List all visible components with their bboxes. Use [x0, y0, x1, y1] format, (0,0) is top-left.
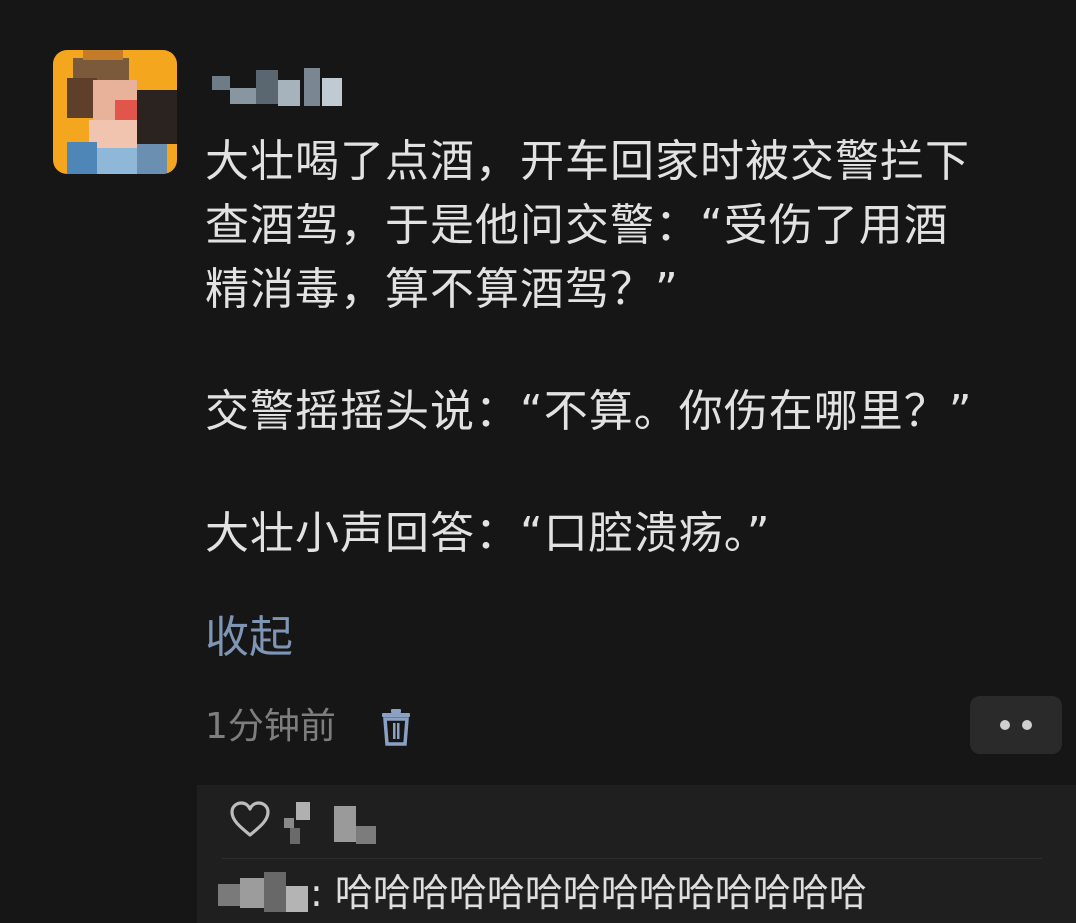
more-options-button[interactable]	[970, 696, 1062, 754]
username-mosaic-block	[278, 80, 300, 106]
reply-text: 哈哈哈哈哈哈哈哈哈哈哈哈哈哈	[334, 871, 867, 915]
avatar-mosaic-block	[97, 148, 137, 174]
liker-mosaic-block	[356, 826, 376, 844]
liker-mosaic-block	[334, 806, 356, 842]
avatar-mosaic-block	[115, 100, 139, 122]
more-dots-icon	[1022, 720, 1032, 730]
username-mosaic-block	[256, 70, 278, 104]
liker-mosaic-block	[290, 828, 300, 844]
avatar-mosaic-block	[137, 90, 177, 144]
username-mosaic-block	[304, 68, 320, 106]
liker-mosaic-block	[296, 802, 310, 820]
comment-body: 大壮喝了点酒，开车回家时被交警拦下 查酒驾，于是他问交警：“受伤了用酒 精消毒，…	[205, 130, 1065, 566]
username-pixelated[interactable]	[212, 66, 342, 106]
reply-author-mosaic-block	[218, 884, 240, 906]
reply-author-mosaic-block	[264, 872, 286, 912]
liker-mosaic-block	[284, 818, 294, 828]
avatar-mosaic-block	[67, 142, 97, 174]
username-mosaic-block	[230, 88, 256, 104]
username-mosaic-block	[322, 78, 342, 106]
avatar-mosaic-block	[137, 144, 167, 174]
avatar-mosaic-block	[83, 50, 123, 60]
comment-line: 大壮小声回答：“口腔溃疡。”	[205, 508, 771, 559]
username-mosaic-block	[212, 76, 230, 90]
comment-line: 精消毒，算不算酒驾？”	[205, 264, 679, 315]
trash-icon[interactable]	[378, 707, 414, 747]
reply-author-mosaic-block	[286, 886, 308, 912]
comment-line: 查酒驾，于是他问交警：“受伤了用酒	[205, 200, 949, 251]
more-dots-icon	[1000, 720, 1010, 730]
reply-author-mosaic-block	[240, 878, 264, 908]
collapse-link[interactable]: 收起	[205, 606, 293, 670]
liker-name-pixelated[interactable]	[284, 802, 384, 846]
timestamp: 1分钟前	[205, 706, 336, 747]
reply-separator: :	[310, 871, 323, 915]
avatar-mosaic-block	[73, 58, 129, 80]
reply-content: : 哈哈哈哈哈哈哈哈哈哈哈哈哈哈	[310, 866, 867, 920]
comment-line: 交警摇摇头说：“不算。你伤在哪里？”	[205, 386, 973, 437]
avatar[interactable]	[53, 50, 177, 174]
comment-line: 大壮喝了点酒，开车回家时被交警拦下	[205, 136, 970, 187]
heart-icon[interactable]	[229, 800, 271, 840]
divider	[222, 858, 1042, 859]
reply-author-pixelated[interactable]	[218, 872, 310, 918]
